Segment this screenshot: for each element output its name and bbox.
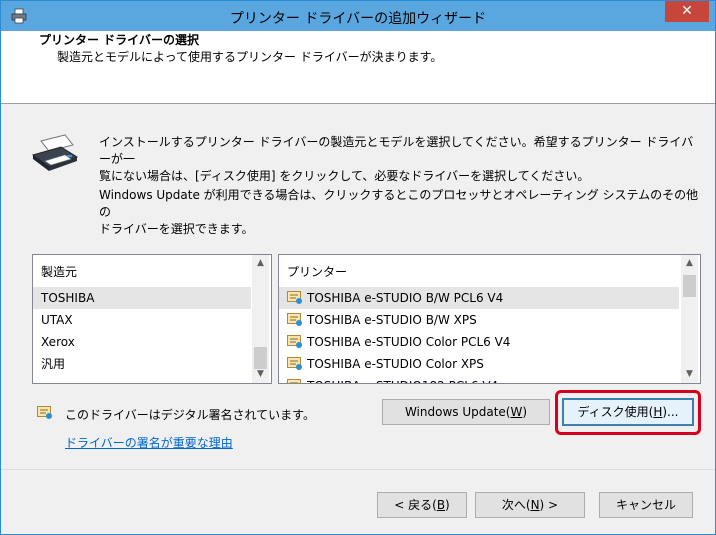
manufacturer-label: 汎用: [41, 357, 66, 371]
close-icon: ✕: [681, 3, 693, 19]
windows-update-line: ドライバーを選択できます。: [99, 222, 254, 236]
manufacturer-list[interactable]: 製造元 TOSHIBA UTAX Xerox 汎用 ▲ ▼: [32, 254, 272, 384]
instructions-line: 覧にない場合は、[ディスク使用] をクリックして、必要なドライバーを選択してくだ…: [99, 169, 590, 183]
signature-status: このドライバーはデジタル署名されています。: [65, 408, 315, 422]
chevron-up-icon[interactable]: ▲: [252, 255, 269, 272]
printer-label: TOSHIBA e-STUDIO Color XPS: [307, 357, 484, 371]
printer-list-header: プリンター: [287, 265, 348, 279]
scrollbar-thumb[interactable]: [683, 275, 696, 297]
list-item[interactable]: TOSHIBA e-STUDIO182 PCL6 V4: [279, 375, 679, 383]
list-item[interactable]: TOSHIBA e-STUDIO B/W PCL6 V4: [279, 287, 679, 309]
list-item[interactable]: TOSHIBA: [33, 287, 251, 309]
header-divider: [1, 103, 715, 104]
wizard-window: プリンター ドライバーの追加ウィザード ✕ プリンター ドライバーの選択 製造元…: [0, 0, 716, 535]
back-button[interactable]: < 戻る(B): [377, 492, 467, 518]
manufacturer-scrollbar[interactable]: ▲ ▼: [252, 255, 269, 383]
button-label-tail: ) >: [539, 498, 559, 512]
signed-driver-icon: [287, 357, 302, 370]
signed-driver-icon: [287, 379, 301, 383]
list-item[interactable]: TOSHIBA e-STUDIO Color XPS: [279, 353, 679, 375]
manufacturer-label: TOSHIBA: [41, 291, 95, 305]
printer-label: TOSHIBA e-STUDIO182 PCL6 V4: [307, 375, 498, 383]
page-title: プリンター ドライバーの選択: [39, 33, 199, 47]
page-subtitle: 製造元とモデルによって使用するプリンター ドライバーが決まります。: [57, 50, 443, 64]
printer-label: TOSHIBA e-STUDIO B/W XPS: [307, 313, 477, 327]
button-label: < 戻る(: [394, 498, 437, 512]
button-label: キャンセル: [615, 498, 676, 512]
button-label: Windows Update(: [404, 405, 511, 419]
chevron-down-icon[interactable]: ▼: [252, 366, 269, 383]
printer-icon: [31, 134, 79, 171]
signed-driver-icon: [287, 291, 302, 304]
accelerator-key: B: [436, 498, 446, 512]
printer-list[interactable]: プリンター TOSHIBA e-STUDIO B/W PCL6 V4 TOSHI…: [278, 254, 701, 384]
button-label: 次へ(: [501, 498, 531, 512]
manufacturer-list-header: 製造元: [41, 265, 78, 279]
button-label-tail: ): [445, 498, 450, 512]
signed-driver-icon: [287, 313, 302, 326]
instructions-text: インストールするプリンター ドライバーの製造元とモデルを選択してください。希望す…: [99, 134, 699, 185]
chevron-up-icon[interactable]: ▲: [681, 255, 698, 272]
list-item[interactable]: 汎用: [33, 353, 251, 375]
close-button[interactable]: ✕: [665, 1, 709, 22]
signature-info-link[interactable]: ドライバーの署名が重要な理由: [65, 434, 233, 451]
cancel-button[interactable]: キャンセル: [599, 492, 693, 518]
printer-scrollbar[interactable]: ▲ ▼: [681, 255, 698, 383]
accelerator-key: N: [530, 498, 540, 512]
signed-driver-icon: [37, 406, 52, 419]
signed-driver-icon: [287, 335, 302, 348]
list-item[interactable]: UTAX: [33, 309, 251, 331]
window-title: プリンター ドライバーの追加ウィザード: [229, 11, 487, 27]
instructions-line: インストールするプリンター ドライバーの製造元とモデルを選択してください。希望す…: [99, 135, 694, 166]
title-bar[interactable]: プリンター ドライバーの追加ウィザード ✕: [1, 1, 715, 31]
list-item[interactable]: TOSHIBA e-STUDIO Color PCL6 V4: [279, 331, 679, 353]
printer-label: TOSHIBA e-STUDIO Color PCL6 V4: [307, 335, 511, 349]
button-label-tail: ): [522, 405, 528, 419]
highlight-frame: [555, 390, 701, 435]
windows-update-button[interactable]: Windows Update(W): [382, 399, 550, 425]
footer-divider: [1, 469, 715, 470]
list-item[interactable]: Xerox: [33, 331, 251, 353]
manufacturer-label: UTAX: [41, 313, 73, 327]
list-item[interactable]: TOSHIBA e-STUDIO B/W XPS: [279, 309, 679, 331]
printer-label: TOSHIBA e-STUDIO B/W PCL6 V4: [307, 291, 504, 305]
chevron-down-icon[interactable]: ▼: [681, 366, 698, 383]
next-button[interactable]: 次へ(N) >: [475, 492, 585, 518]
manufacturer-label: Xerox: [41, 335, 75, 349]
windows-update-text: Windows Update が利用できる場合は、クリックするとこのプロセッサと…: [99, 187, 699, 238]
windows-update-line: Windows Update が利用できる場合は、クリックするとこのプロセッサと…: [99, 188, 699, 219]
accelerator-key: W: [510, 405, 523, 419]
